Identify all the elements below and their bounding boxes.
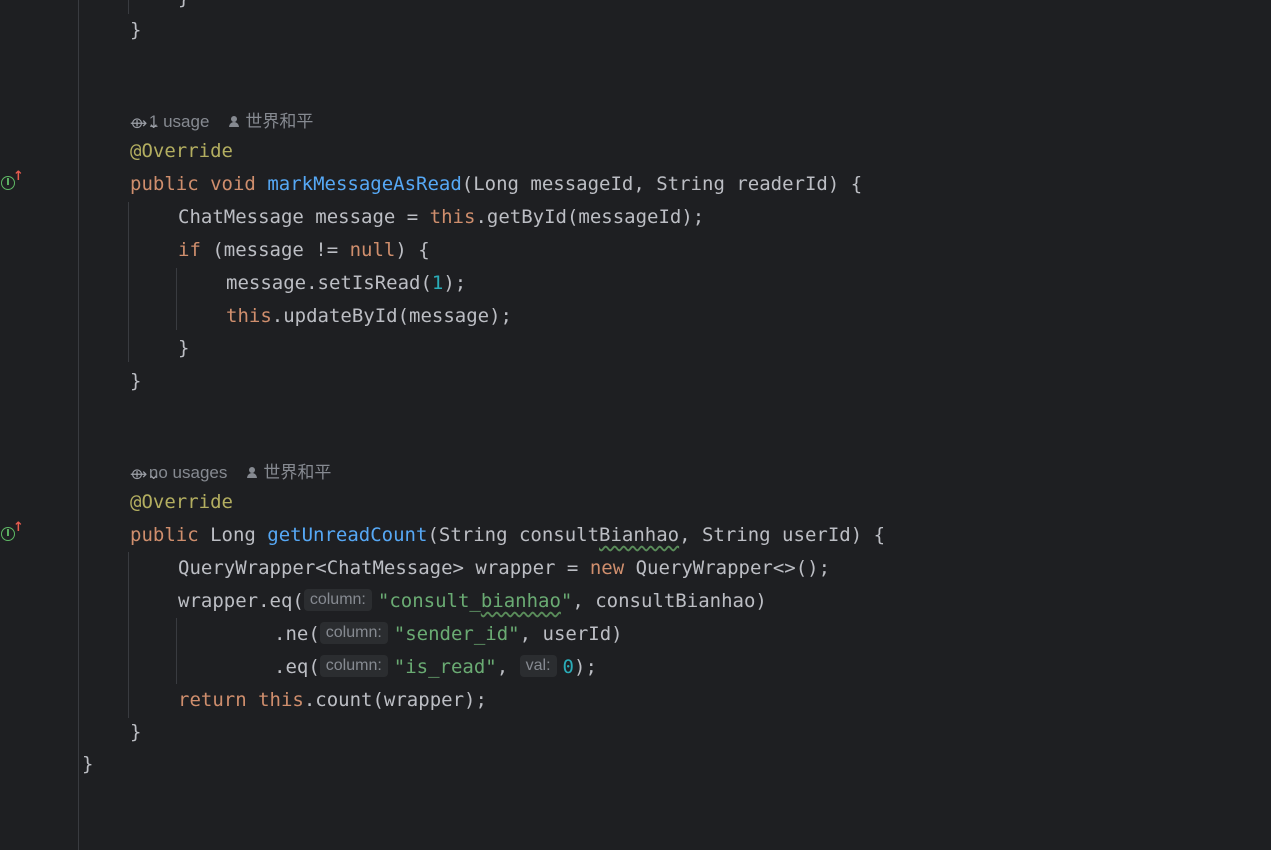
ai-assistant-icon[interactable]: ⟴⌄: [130, 464, 164, 484]
implements-method-gutter-icon[interactable]: I ↑: [0, 169, 24, 192]
author-hint[interactable]: 世界和平: [229, 112, 313, 131]
implements-method-gutter-icon[interactable]: I ↑: [0, 520, 24, 543]
ai-assistant-icon[interactable]: ⟴⌄: [130, 113, 164, 133]
indent-guide: [128, 202, 129, 362]
code-line: message.setIsRead(1);: [226, 272, 467, 294]
usages-hint[interactable]: no usages 世界和平: [130, 437, 331, 482]
code-line: QueryWrapper<ChatMessage> wrapper = new …: [178, 557, 831, 579]
code-line: }: [130, 19, 142, 41]
code-line: .eq(column: "is_read", val: 0);: [274, 654, 597, 678]
parameter-hint: column:: [319, 654, 388, 677]
code-line: wrapper.eq(column: "consult_bianhao", con…: [178, 588, 767, 612]
code-line: return this.count(wrapper);: [178, 689, 487, 711]
indent-guide: [176, 268, 177, 330]
arrow-up-icon: ↑: [13, 169, 24, 184]
code-line: public void markMessageAsRead(Long messa…: [130, 173, 863, 195]
code-line: }: [82, 753, 94, 775]
author-hint[interactable]: 世界和平: [247, 463, 331, 482]
editor-gutter-separator: [78, 0, 79, 850]
parameter-hint: column:: [319, 621, 388, 644]
parameter-hint: val:: [519, 654, 557, 677]
code-line: if (message != null) {: [178, 239, 430, 261]
code-line: ChatMessage message = this.getById(messa…: [178, 206, 705, 228]
code-line: }: [178, 0, 189, 15]
parameter-hint: column:: [303, 588, 372, 611]
person-icon: [247, 466, 258, 478]
usages-hint[interactable]: 1 usage 世界和平: [130, 86, 314, 131]
indent-guide: [128, 552, 129, 718]
code-line: }: [178, 337, 190, 359]
code-line: public Long getUnreadCount(String consul…: [130, 524, 886, 546]
arrow-up-icon: ↑: [13, 520, 24, 535]
code-line: @Override: [130, 140, 233, 162]
code-line: }: [130, 721, 142, 743]
person-icon: [229, 115, 240, 127]
code-line: @Override: [130, 491, 233, 513]
indent-guide: [176, 618, 177, 684]
code-line: .ne(column: "sender_id", userId): [274, 621, 623, 645]
code-line: }: [130, 370, 142, 392]
code-line: this.updateById(message);: [226, 305, 512, 327]
indent-guide: [128, 0, 129, 14]
